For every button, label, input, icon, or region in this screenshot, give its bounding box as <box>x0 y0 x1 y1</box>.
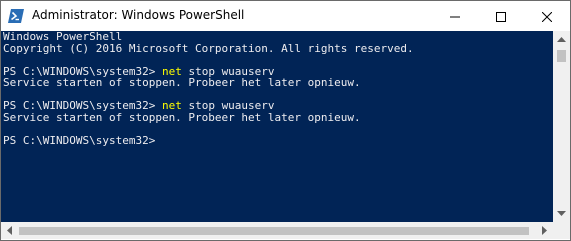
header-line-1: Windows PowerShell <box>3 31 123 43</box>
minimize-icon <box>450 7 460 26</box>
output-line: Service starten of stoppen. Probeer het … <box>3 110 361 124</box>
scroll-down-icon[interactable] <box>553 205 570 222</box>
title-bar[interactable]: Administrator: Windows PowerShell <box>1 1 570 31</box>
output-line: Service starten of stoppen. Probeer het … <box>3 76 361 89</box>
powershell-icon[interactable] <box>8 8 24 24</box>
window-title: Administrator: Windows PowerShell <box>32 8 245 22</box>
maximize-button[interactable] <box>478 1 524 31</box>
console-output: Windows PowerShell Copyright (C) 2016 Mic… <box>3 31 414 146</box>
maximize-icon <box>496 7 506 26</box>
header-line-2: Copyright (C) 2016 Microsoft Corporation… <box>3 41 414 55</box>
vertical-scrollbar[interactable] <box>553 31 570 222</box>
console-area[interactable]: Windows PowerShell Copyright (C) 2016 Mic… <box>1 31 553 222</box>
final-prompt: PS C:\WINDOWS\system32> <box>3 133 156 147</box>
horizontal-scroll-thumb[interactable] <box>19 227 529 235</box>
vertical-scroll-thumb[interactable] <box>557 50 566 62</box>
powershell-window: Administrator: Windows PowerShell Window… <box>0 0 571 241</box>
command-line: PS C:\WINDOWS\system32> net stop wuauser… <box>3 100 414 112</box>
close-button[interactable] <box>524 1 570 31</box>
scroll-right-icon[interactable] <box>536 222 553 239</box>
minimize-button[interactable] <box>432 1 478 31</box>
close-icon <box>541 7 553 26</box>
horizontal-scrollbar[interactable] <box>1 222 553 239</box>
scroll-up-icon[interactable] <box>553 31 570 48</box>
scroll-left-icon[interactable] <box>1 222 18 239</box>
scrollbar-corner <box>553 222 570 239</box>
